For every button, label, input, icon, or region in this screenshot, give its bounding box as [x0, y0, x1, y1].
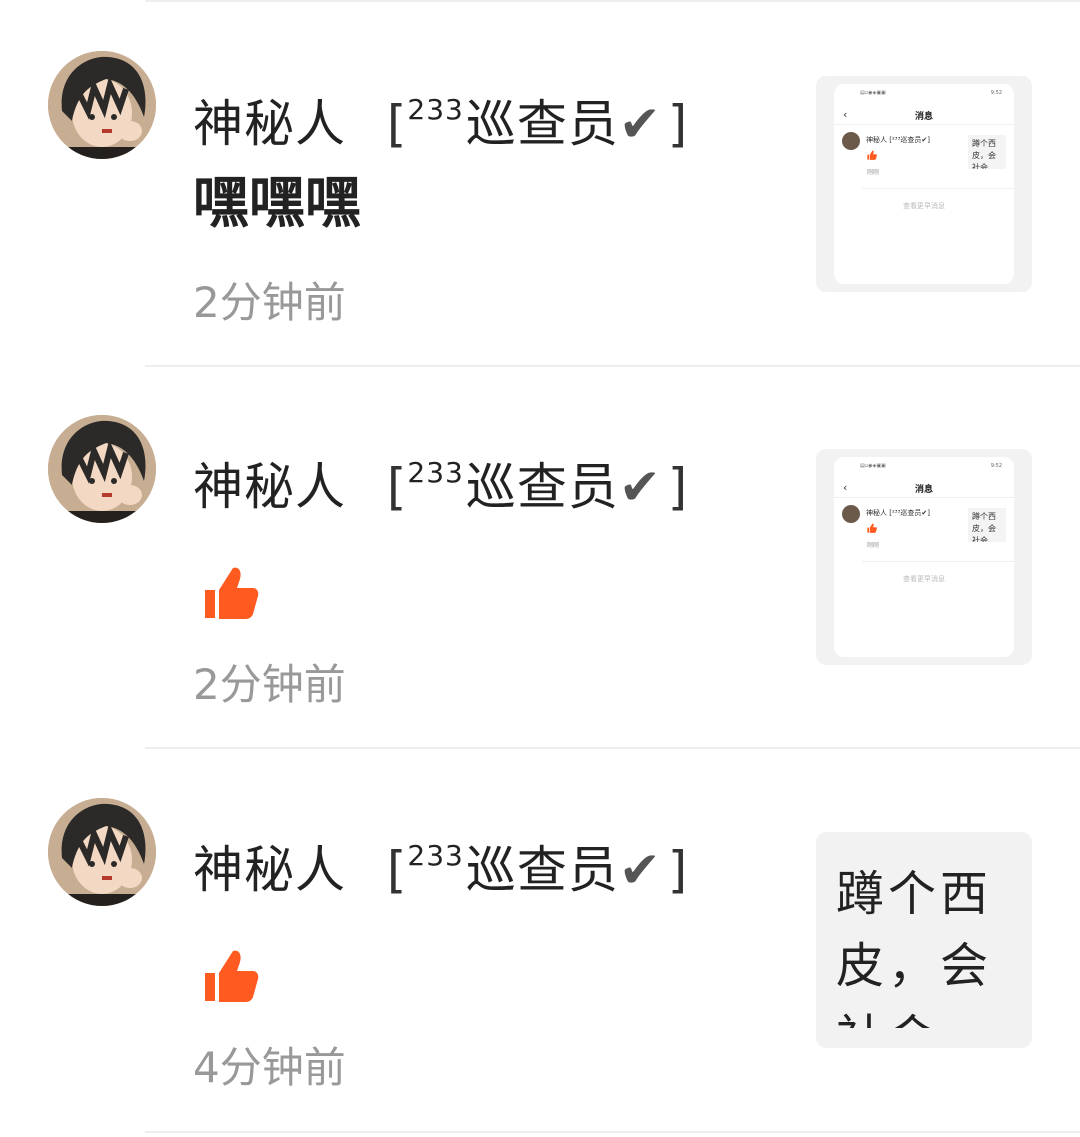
mini-avatar: [842, 505, 860, 523]
badge-bracket-open: [: [386, 458, 408, 516]
mini-thumbs-up-icon: [867, 150, 877, 160]
mini-time: 刚刚: [867, 169, 880, 176]
mini-thumbs-up-icon: [867, 523, 877, 533]
badge-title: 巡查员: [465, 95, 619, 153]
status-time: 9:52: [990, 463, 1002, 469]
divider: [145, 365, 1080, 367]
badge-bracket-open: [: [386, 95, 408, 153]
badge-sup: 233: [407, 93, 464, 126]
status-icons: ▤▫◉◈▣▣: [860, 90, 886, 96]
avatar-image: [48, 415, 156, 523]
user-name[interactable]: 神秘人 [233巡查员✔]: [193, 826, 688, 900]
mini-text: 蹲个西皮，会社会: [968, 135, 1006, 169]
badge-sup: 233: [407, 839, 464, 872]
preview-nav: ‹ 消息: [834, 106, 1014, 125]
user-name-text: 神秘人: [193, 458, 346, 516]
check-icon: ✔: [618, 95, 662, 153]
check-icon: ✔: [618, 458, 662, 516]
status-icons: ▤▫◉◈▣▣: [860, 463, 886, 469]
preview-thumbnail[interactable]: ▤▫◉◈▣▣ 9:52 ‹ 消息 神秘人 [²³³巡查员✔] 刚刚 蹲个西皮，会…: [816, 76, 1032, 292]
mini-divider: [862, 188, 1014, 189]
preview-nav: ‹ 消息: [834, 479, 1014, 498]
thumbs-up-icon: [205, 950, 259, 1002]
reply-text: 嘿嘿嘿: [193, 171, 361, 236]
mini-name: 神秘人 [²³³巡查员✔]: [866, 509, 930, 517]
preview-title: 消息: [914, 485, 933, 495]
status-time: 9:52: [990, 90, 1002, 96]
mini-more-link: 查看更早消息: [903, 575, 945, 583]
divider: [145, 747, 1080, 749]
avatar-image: [48, 51, 156, 159]
preview-screen: ▤▫◉◈▣▣ 9:52 ‹ 消息 神秘人 [²³³巡查员✔] 刚刚 蹲个西皮，会…: [834, 457, 1014, 657]
mini-avatar: [842, 132, 860, 150]
user-name-text: 神秘人: [193, 841, 346, 899]
avatar-image: [48, 798, 156, 906]
divider: [145, 0, 1080, 2]
avatar[interactable]: [48, 798, 156, 906]
badge-sup: 233: [407, 456, 464, 489]
preview-title: 消息: [914, 112, 933, 122]
status-bar: ▤▫◉◈▣▣ 9:52: [834, 90, 1014, 98]
mini-name: 神秘人 [²³³巡查员✔]: [866, 136, 930, 144]
divider: [145, 1131, 1080, 1133]
timestamp: 4分钟前: [193, 1043, 346, 1092]
preview-text: 蹲个西皮，会社会: [836, 866, 993, 1028]
user-name[interactable]: 神秘人 [233巡查员✔]: [193, 80, 688, 154]
badge-bracket-close: ]: [667, 458, 689, 516]
mini-more-link: 查看更早消息: [903, 202, 945, 210]
avatar[interactable]: [48, 415, 156, 523]
preview-screen: ▤▫◉◈▣▣ 9:52 ‹ 消息 神秘人 [²³³巡查员✔] 刚刚 蹲个西皮，会…: [834, 84, 1014, 284]
thumbs-up-icon: [205, 567, 259, 619]
badge-title: 巡查员: [465, 841, 619, 899]
preview-thumbnail[interactable]: ▤▫◉◈▣▣ 9:52 ‹ 消息 神秘人 [²³³巡查员✔] 刚刚 蹲个西皮，会…: [816, 449, 1032, 665]
badge-bracket-close: ]: [667, 841, 689, 899]
timestamp: 2分钟前: [193, 278, 346, 327]
user-name[interactable]: 神秘人 [233巡查员✔]: [193, 443, 688, 517]
preview-text-box[interactable]: 蹲个西皮，会社会: [816, 832, 1032, 1048]
avatar[interactable]: [48, 51, 156, 159]
status-bar: ▤▫◉◈▣▣ 9:52: [834, 463, 1014, 471]
badge-bracket-close: ]: [667, 95, 689, 153]
check-icon: ✔: [618, 841, 662, 899]
mini-divider: [862, 561, 1014, 562]
mini-time: 刚刚: [867, 542, 880, 549]
badge-bracket-open: [: [386, 841, 408, 899]
badge-title: 巡查员: [465, 458, 619, 516]
user-name-text: 神秘人: [193, 95, 346, 153]
timestamp: 2分钟前: [193, 660, 346, 709]
mini-text: 蹲个西皮，会社会: [968, 508, 1006, 542]
